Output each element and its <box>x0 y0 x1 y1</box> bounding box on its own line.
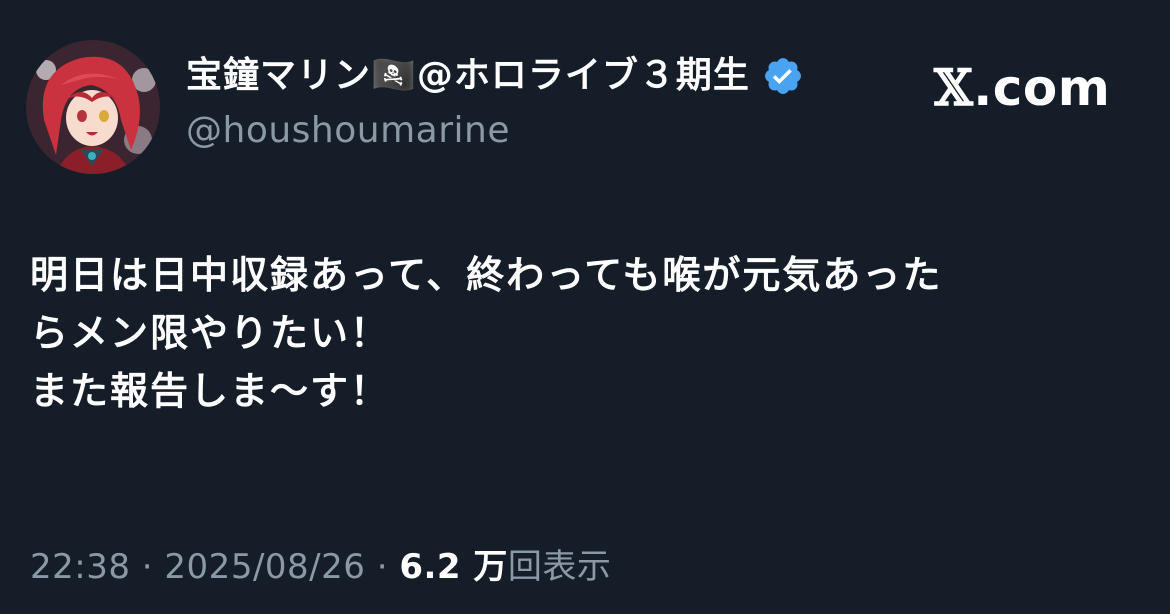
views-count: 6.2 万 <box>399 547 508 587</box>
tweet-meta: 22:38 · 2025/08/26 · 6.2 万回表示 <box>30 542 611 592</box>
author-display-name[interactable]: 宝鐘マリン🏴‍☠️@ホロライブ３期生 <box>186 50 750 102</box>
author-handle[interactable]: @houshoumarine <box>186 108 510 154</box>
tweet-time[interactable]: 22:38 <box>30 547 130 587</box>
meta-separator: · <box>141 547 154 587</box>
tweet-line: らメン限やりたい！ <box>30 311 391 355</box>
avatar-image <box>26 40 160 174</box>
tweet-card: 宝鐘マリン🏴‍☠️@ホロライブ３期生 @houshoumarine 𝕏.com … <box>0 0 1170 614</box>
tweet-line: また報告しま〜す！ <box>30 369 391 413</box>
meta-separator: · <box>376 547 389 587</box>
author-name-row[interactable]: 宝鐘マリン🏴‍☠️@ホロライブ３期生 <box>186 50 804 102</box>
verified-badge-icon <box>762 55 804 97</box>
tweet-date[interactable]: 2025/08/26 <box>164 547 365 587</box>
x-com-logo[interactable]: 𝕏.com <box>934 58 1111 117</box>
views-label: 回表示 <box>507 547 612 587</box>
x-logo-icon: 𝕏 <box>934 58 974 117</box>
tweet-body: 明日は日中収録あって、終わっても喉が元気あった らメン限やりたい！ また報告しま… <box>30 246 1140 420</box>
avatar[interactable] <box>26 40 160 174</box>
tweet-line: 明日は日中収録あって、終わっても喉が元気あった <box>30 253 943 297</box>
site-domain-suffix: .com <box>973 59 1111 117</box>
